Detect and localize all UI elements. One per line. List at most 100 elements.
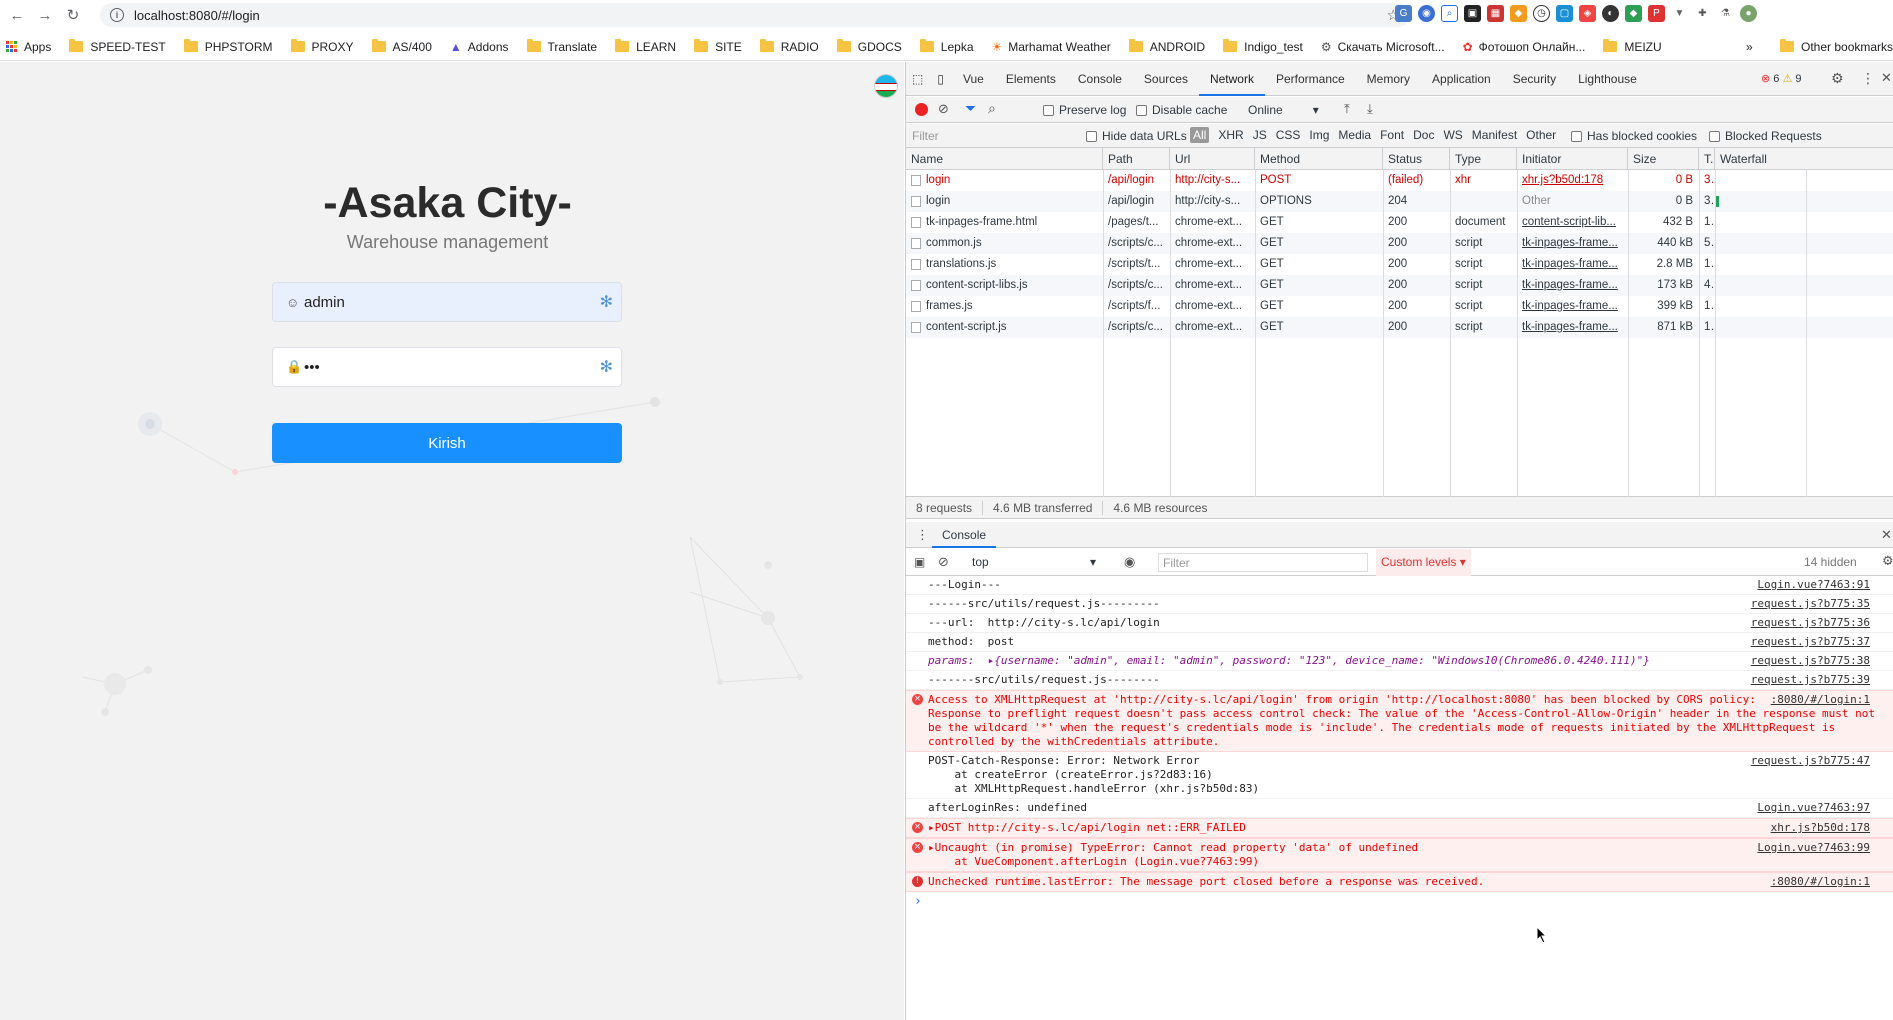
console-source-link[interactable]: request.js?b775:35 bbox=[1751, 597, 1870, 611]
zoom-ext-icon[interactable]: ⌕ bbox=[1441, 5, 1458, 22]
column-header-waterfall[interactable]: Waterfall bbox=[1715, 148, 1893, 170]
preserve-log-checkbox[interactable]: Preserve log bbox=[1043, 103, 1126, 117]
dark-ext-icon[interactable]: ◐ bbox=[1602, 5, 1619, 22]
custom-levels-select[interactable]: Custom levels ▾ bbox=[1376, 549, 1471, 576]
console-source-link[interactable]: request.js?b775:47 bbox=[1751, 754, 1870, 768]
hide-data-urls-checkbox[interactable]: Hide data URLs bbox=[1086, 129, 1187, 143]
console-filter-input[interactable]: Filter bbox=[1158, 553, 1368, 572]
clock-ext-icon[interactable]: ◷ bbox=[1533, 5, 1550, 22]
console-source-link[interactable]: :8080/#/login:1 bbox=[1770, 693, 1870, 707]
type-filter-js[interactable]: JS bbox=[1253, 127, 1267, 143]
type-filter-other[interactable]: Other bbox=[1526, 127, 1556, 143]
type-filter-xhr[interactable]: XHR bbox=[1218, 127, 1243, 143]
network-filter-input[interactable]: Filter bbox=[912, 129, 1062, 143]
type-filter-manifest[interactable]: Manifest bbox=[1472, 127, 1517, 143]
filter-icon[interactable]: ⏷ bbox=[965, 100, 976, 117]
tab-lighthouse[interactable]: Lighthouse bbox=[1567, 62, 1648, 96]
bookmark-phpstorm[interactable]: PHPSTORM bbox=[183, 39, 273, 54]
tab-console[interactable]: Console bbox=[1067, 62, 1133, 96]
column-header-type[interactable]: Type bbox=[1450, 148, 1517, 170]
bookmark-android[interactable]: ANDROID bbox=[1128, 39, 1205, 54]
screen-ext-icon[interactable]: ▢ bbox=[1556, 5, 1573, 22]
bookmark-radio[interactable]: RADIO bbox=[759, 39, 819, 54]
has-blocked-cookies-checkbox[interactable]: Has blocked cookies bbox=[1571, 129, 1697, 143]
v-ext-icon[interactable]: ▼ bbox=[1671, 5, 1688, 22]
disable-cache-checkbox[interactable]: Disable cache bbox=[1136, 103, 1227, 117]
console-source-link[interactable]: xhr.js?b50d:178 bbox=[1770, 821, 1870, 835]
tab-application[interactable]: Application bbox=[1421, 62, 1502, 96]
bookmark-proxy[interactable]: PROXY bbox=[290, 39, 354, 54]
drawer-tab-console[interactable]: Console bbox=[932, 522, 997, 548]
bookmark-microsoft[interactable]: ⚙ Скачать Microsoft... bbox=[1321, 40, 1445, 54]
console-source-link[interactable]: :8080/#/login:1 bbox=[1770, 875, 1870, 889]
password-input[interactable]: 🔒 ••• ✻ bbox=[272, 347, 622, 387]
type-filter-all[interactable]: All bbox=[1190, 127, 1210, 143]
console-prompt[interactable]: › bbox=[906, 892, 1893, 909]
json-ext-icon[interactable]: ▣ bbox=[1464, 5, 1481, 22]
column-header-name[interactable]: Name bbox=[906, 148, 1103, 170]
type-filter-font[interactable]: Font bbox=[1380, 127, 1404, 143]
column-header-size[interactable]: Size bbox=[1628, 148, 1699, 170]
other-bookmarks[interactable]: Other bookmarks bbox=[1780, 39, 1893, 54]
bookmark-meizu[interactable]: MEIZU bbox=[1603, 39, 1662, 54]
console-source-link[interactable]: Login.vue?7463:99 bbox=[1757, 841, 1870, 855]
column-header-initiator[interactable]: Initiator bbox=[1517, 148, 1628, 170]
console-source-link[interactable]: request.js?b775:37 bbox=[1751, 635, 1870, 649]
tab-network[interactable]: Network bbox=[1198, 62, 1265, 96]
clear-console-icon[interactable]: ⊘ bbox=[938, 554, 949, 570]
type-filter-ws[interactable]: WS bbox=[1443, 127, 1462, 143]
blocked-requests-checkbox[interactable]: Blocked Requests bbox=[1709, 129, 1822, 143]
tab-elements[interactable]: Elements bbox=[995, 62, 1067, 96]
forward-icon[interactable]: → bbox=[34, 4, 56, 26]
device-toggle-icon[interactable]: ▯ bbox=[929, 62, 952, 96]
bookmark-gdocs[interactable]: GDOCS bbox=[836, 39, 902, 54]
tab-security[interactable]: Security bbox=[1502, 62, 1567, 96]
export-icon[interactable]: ⤓ bbox=[1367, 101, 1373, 117]
more-vert-icon[interactable]: ⋮ bbox=[916, 527, 929, 543]
reload-icon[interactable]: ↻ bbox=[62, 4, 84, 26]
bookmark-indigo[interactable]: Indigo_test bbox=[1223, 39, 1303, 54]
username-input[interactable]: ☺ admin ✻ bbox=[272, 282, 622, 322]
settings-icon[interactable]: ⚙ bbox=[1831, 70, 1844, 87]
bookmark-speed-test[interactable]: SPEED-TEST bbox=[69, 39, 166, 54]
bookmark-addons[interactable]: ▲ Addons bbox=[450, 40, 509, 54]
console-source-link[interactable]: request.js?b775:36 bbox=[1751, 616, 1870, 630]
pdf-ext-icon[interactable]: ▦ bbox=[1487, 5, 1504, 22]
bookmark-weather[interactable]: ☀ Marhamat Weather bbox=[992, 40, 1111, 54]
flask-icon[interactable]: ⚗ bbox=[1717, 5, 1734, 22]
green-ext-icon[interactable]: ◆ bbox=[1625, 5, 1642, 22]
red-ext-icon[interactable]: ◈ bbox=[1579, 5, 1596, 22]
sidebar-toggle-icon[interactable]: ▣ bbox=[914, 555, 925, 569]
translate-ext-icon[interactable]: G bbox=[1395, 5, 1412, 22]
password-manager-icon[interactable]: ✻ bbox=[600, 292, 613, 312]
back-icon[interactable]: ← bbox=[6, 4, 28, 26]
tab-vue[interactable]: Vue bbox=[952, 62, 995, 96]
info-icon[interactable]: i bbox=[110, 8, 124, 22]
address-bar[interactable]: i localhost:8080/#/login ☆ bbox=[100, 3, 1410, 27]
bookmark-photoshop[interactable]: ✿ Фотошоп Онлайн... bbox=[1463, 40, 1586, 54]
tab-performance[interactable]: Performance bbox=[1265, 62, 1356, 96]
clear-icon[interactable]: ⊘ bbox=[938, 101, 949, 117]
context-select[interactable]: top ▾ bbox=[972, 555, 1102, 569]
type-filter-doc[interactable]: Doc bbox=[1413, 127, 1434, 143]
bookmark-translate[interactable]: Translate bbox=[526, 39, 597, 54]
puzzle-icon[interactable]: ✚ bbox=[1694, 5, 1711, 22]
bookmark-as400[interactable]: AS/400 bbox=[371, 39, 432, 54]
search-icon[interactable]: ⌕ bbox=[988, 100, 996, 117]
type-filter-media[interactable]: Media bbox=[1338, 127, 1371, 143]
login-button[interactable]: Kirish bbox=[272, 423, 622, 463]
column-header-status[interactable]: Status bbox=[1383, 148, 1450, 170]
tab-memory[interactable]: Memory bbox=[1356, 62, 1421, 96]
type-filter-css[interactable]: CSS bbox=[1276, 127, 1301, 143]
console-source-link[interactable]: Login.vue?7463:91 bbox=[1757, 578, 1870, 592]
console-source-link[interactable]: Login.vue?7463:97 bbox=[1757, 801, 1870, 815]
bookmark-learn[interactable]: LEARN bbox=[615, 39, 676, 54]
bookmark-lepka[interactable]: Lepka bbox=[919, 39, 974, 54]
vpn-ext-icon[interactable]: ◉ bbox=[1418, 5, 1435, 22]
eye-icon[interactable]: ◉ bbox=[1124, 554, 1135, 570]
console-source-link[interactable]: request.js?b775:39 bbox=[1751, 673, 1870, 687]
shield-ext-icon[interactable]: ◆ bbox=[1510, 5, 1527, 22]
record-icon[interactable] bbox=[915, 103, 928, 116]
column-header-url[interactable]: Url bbox=[1170, 148, 1255, 170]
close-icon[interactable]: ✕ bbox=[1881, 70, 1892, 86]
